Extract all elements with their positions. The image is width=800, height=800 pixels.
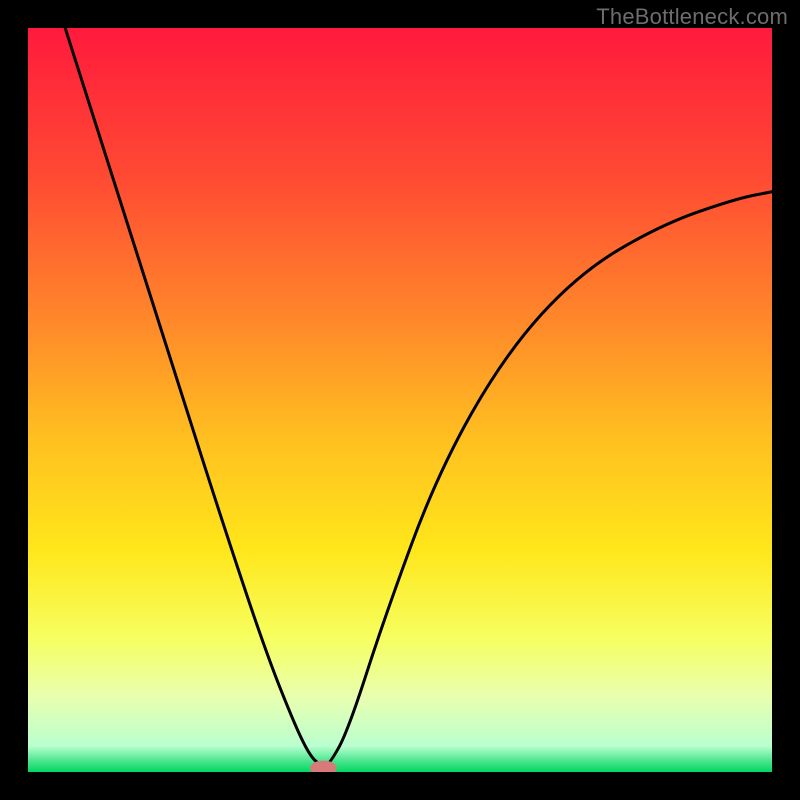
watermark-text: TheBottleneck.com xyxy=(596,4,788,30)
chart-frame: TheBottleneck.com xyxy=(0,0,800,800)
plot-area xyxy=(28,28,772,772)
chart-svg xyxy=(28,28,772,772)
gradient-background xyxy=(28,28,772,772)
